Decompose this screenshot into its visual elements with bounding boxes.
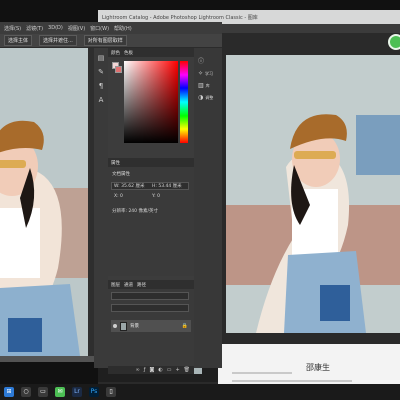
photoshop-options-bar: 选择主体 选择并遮住... 对所有图层取样 xyxy=(0,34,222,48)
resolution-label: 分辨率: 240 像素/英寸 xyxy=(112,209,158,214)
tab-properties[interactable]: 属性 xyxy=(111,160,120,166)
wechat-notification-icon[interactable] xyxy=(388,34,400,50)
search-icon[interactable]: ○ xyxy=(21,387,31,397)
menu-select[interactable]: 选择(S) xyxy=(4,25,21,32)
lock-icon[interactable]: 🔒 xyxy=(182,323,188,329)
chat-line xyxy=(232,380,352,382)
desktop-screen: Lightroom Catalog - Adobe Photoshop Ligh… xyxy=(0,0,400,400)
panel-icon-strip: ▤ ✎ ¶ A xyxy=(94,48,108,368)
menu-filter[interactable]: 滤镜(T) xyxy=(26,25,43,32)
dock-libraries[interactable]: ▥ 库 xyxy=(198,82,210,89)
chat-icon[interactable]: ▭ xyxy=(38,387,48,397)
sample-all-layers-checkbox[interactable]: 对所有图层取样 xyxy=(83,35,127,46)
menu-view[interactable]: 视图(V) xyxy=(68,25,85,32)
paragraph-icon[interactable]: ¶ xyxy=(97,82,105,90)
library-icon: ▥ xyxy=(198,82,204,89)
properties-panel: 属性 文档属性 W: 35.62 厘米 H: 53.44 厘米 X: 0 Y: … xyxy=(108,158,194,276)
brush-icon[interactable]: ✎ xyxy=(97,68,105,76)
lightbulb-icon: ✧ xyxy=(198,70,204,77)
photoshop-window: 选择(S) 滤镜(T) 3D(D) 视图(V) 窗口(W) 帮助(H) 选择主体… xyxy=(0,22,222,374)
properties-tabs: 属性 xyxy=(108,158,194,167)
dock-info[interactable]: ⓘ xyxy=(198,56,206,65)
background-color-swatch[interactable] xyxy=(115,66,122,73)
lightroom-photo-preview[interactable] xyxy=(226,55,400,333)
photoshop-icon[interactable]: Ps xyxy=(89,387,99,397)
trash-icon[interactable]: 🗑 xyxy=(184,367,190,373)
history-icon[interactable]: ▤ xyxy=(97,54,105,62)
windows-icon[interactable]: ⊞ xyxy=(4,387,14,397)
wechat-icon[interactable]: ✉ xyxy=(55,387,65,397)
tab-layers[interactable]: 图层 xyxy=(111,282,120,288)
new-layer-icon[interactable]: + xyxy=(175,367,179,373)
mask-icon[interactable]: ◙ xyxy=(149,367,154,373)
tab-channels[interactable]: 通道 xyxy=(124,282,133,288)
layers-footer: ∞ ƒ ◙ ◐ ▭ + 🗑 xyxy=(108,366,194,374)
layer-thumbnail xyxy=(120,321,127,331)
lightroom-icon[interactable]: Lr xyxy=(72,387,82,397)
fx-icon[interactable]: ƒ xyxy=(144,367,146,373)
file-icon[interactable]: ▯ xyxy=(106,387,116,397)
layer-filter-row[interactable] xyxy=(111,292,189,300)
taskbar: ⊞ ○ ▭ ✉ Lr Ps ▯ xyxy=(0,384,400,400)
blend-mode-row[interactable] xyxy=(111,304,189,312)
photoshop-canvas[interactable] xyxy=(0,48,88,356)
adjust-icon: ◑ xyxy=(198,94,204,101)
info-icon: ⓘ xyxy=(198,58,205,65)
menu-window[interactable]: 窗口(W) xyxy=(90,25,109,32)
width-field[interactable]: W: 35.62 厘米 xyxy=(114,183,144,189)
x-field[interactable]: X: 0 xyxy=(114,194,123,199)
tab-color[interactable]: 颜色 xyxy=(111,50,120,56)
menu-3d[interactable]: 3D(D) xyxy=(48,25,63,31)
tab-paths[interactable]: 路径 xyxy=(137,282,146,288)
select-subject-button[interactable]: 选择主体 xyxy=(4,35,33,46)
tab-swatches[interactable]: 色板 xyxy=(124,50,133,56)
photoshop-menubar: 选择(S) 滤镜(T) 3D(D) 视图(V) 窗口(W) 帮助(H) xyxy=(0,22,222,34)
link-icon[interactable]: ∞ xyxy=(136,367,140,373)
color-field[interactable] xyxy=(124,61,178,143)
text-icon[interactable]: A xyxy=(97,96,105,104)
lightroom-title: Lightroom Catalog - Adobe Photoshop Ligh… xyxy=(102,14,258,21)
chat-contact-name: 邵康生 xyxy=(306,363,330,372)
hue-slider[interactable] xyxy=(180,61,188,143)
layer-name: 背景 xyxy=(130,324,139,329)
layers-tabs: 图层 通道 路径 xyxy=(108,280,194,289)
y-field[interactable]: Y: 0 xyxy=(152,194,160,199)
layer-row-background[interactable]: 背景 🔒 xyxy=(111,320,191,332)
photoshop-panels: 颜色 色板 属性 文档属性 W: 35.62 厘米 H: 53.44 厘米 X:… xyxy=(108,48,194,374)
height-field[interactable]: H: 53.44 厘米 xyxy=(152,183,182,189)
chat-line xyxy=(232,372,292,374)
document-properties-label: 文档属性 xyxy=(112,172,130,177)
dock-adjustments[interactable]: ◑ 调整 xyxy=(198,94,213,101)
adjustment-icon[interactable]: ◐ xyxy=(158,367,162,373)
layers-panel: 图层 通道 路径 背景 🔒 xyxy=(108,280,194,368)
right-panel-dock: ⓘ ✧ 学习 ▥ 库 ◑ 调整 xyxy=(194,48,222,368)
select-and-mask-button[interactable]: 选择并遮住... xyxy=(39,35,77,46)
dock-learn[interactable]: ✧ 学习 xyxy=(198,70,213,77)
folder-icon[interactable]: ▭ xyxy=(167,367,172,373)
color-panel-tabs: 颜色 色板 xyxy=(108,48,194,57)
menu-help[interactable]: 帮助(H) xyxy=(114,25,132,32)
eye-icon[interactable] xyxy=(113,324,117,328)
